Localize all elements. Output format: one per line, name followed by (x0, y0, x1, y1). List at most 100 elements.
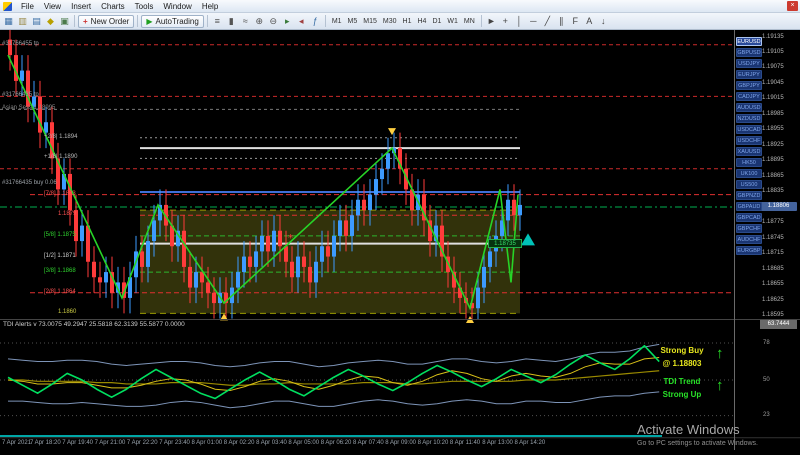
candle-body (272, 231, 276, 252)
channel-icon[interactable]: ∥ (555, 15, 568, 28)
hline-icon[interactable]: ─ (527, 15, 540, 28)
candle-body (242, 257, 246, 272)
timeframe-m1[interactable]: M1 (329, 15, 345, 27)
timeframe-h1[interactable]: H1 (400, 15, 415, 27)
menu-insert[interactable]: Insert (66, 2, 96, 11)
timeframe-m5[interactable]: M5 (345, 15, 361, 27)
candle-body (506, 200, 510, 221)
indicators-icon[interactable]: ƒ (309, 15, 322, 28)
price-axis-label: 1.18925 (762, 142, 784, 148)
crosshair-icon[interactable]: + (499, 15, 512, 28)
candle-body (302, 257, 306, 267)
timeframe-m15[interactable]: M15 (360, 15, 380, 27)
trendline-icon[interactable]: ╱ (541, 15, 554, 28)
timeframe-d1[interactable]: D1 (429, 15, 444, 27)
price-axis-label: 1.18835 (762, 188, 784, 194)
price-axis-label: 1.19105 (762, 49, 784, 55)
time-axis-label: 8 Apr 01:00 (192, 440, 223, 446)
symbol-button-uk100[interactable]: UK100 (736, 169, 762, 178)
new-order-label: New Order (91, 17, 130, 26)
candle-body (350, 215, 354, 236)
candle-body (248, 257, 252, 267)
symbol-button-gbpchf[interactable]: GBPCHF (736, 224, 762, 233)
symbol-button-usdjpy[interactable]: USDJPY (736, 59, 762, 68)
candle-body (314, 262, 318, 283)
fibonacci-icon[interactable]: F (569, 15, 582, 28)
line-chart-icon[interactable]: ≈ (239, 15, 252, 28)
price-axis-label: 1.18895 (762, 157, 784, 163)
menu-charts[interactable]: Charts (96, 2, 130, 11)
bars-chart-icon[interactable]: ≡ (211, 15, 224, 28)
candle-body (326, 246, 330, 256)
close-icon[interactable]: × (787, 1, 798, 11)
signal-strong-buy-text: Strong Buy (646, 346, 718, 355)
symbol-button-us500[interactable]: US500 (736, 180, 762, 189)
text-label-icon[interactable]: A (583, 15, 596, 28)
tdi-current-value-label: 63.7444 (760, 320, 797, 329)
symbol-button-usdchf[interactable]: USDCHF (736, 136, 762, 145)
candle-body (254, 251, 258, 266)
terminal-icon[interactable]: ▣ (58, 15, 71, 28)
symbol-button-nzdusd[interactable]: NZDUSD (736, 114, 762, 123)
profiles-icon[interactable]: ▥ (16, 15, 29, 28)
menu-help[interactable]: Help (197, 2, 223, 11)
candle-body (320, 246, 324, 261)
autotrading-button[interactable]: ▶ AutoTrading (141, 15, 203, 28)
candle-body (356, 200, 360, 215)
symbol-button-gbpcad[interactable]: GBPCAD (736, 213, 762, 222)
menu-view[interactable]: View (39, 2, 66, 11)
menu-tools[interactable]: Tools (130, 2, 159, 11)
cursor-icon[interactable]: ► (485, 15, 498, 28)
price-axis-label: 1.18685 (762, 266, 784, 272)
toolbar-separator (74, 15, 75, 27)
candlestick-chart-icon[interactable]: ▮ (225, 15, 238, 28)
price-axis-label: 1.18745 (762, 235, 784, 241)
candle-body (32, 96, 36, 106)
symbol-button-eurusd[interactable]: EURUSD (736, 37, 762, 46)
time-axis-label: 7 Apr 23:40 (159, 440, 190, 446)
symbol-button-gbpaud[interactable]: GBPAUD (736, 202, 762, 211)
vline-icon[interactable]: │ (513, 15, 526, 28)
new-chart-icon[interactable]: ▦ (2, 15, 15, 28)
symbol-button-gbpusd[interactable]: GBPUSD (736, 48, 762, 57)
candle-body (140, 251, 144, 266)
candle-body (308, 267, 312, 282)
menu-window[interactable]: Window (158, 2, 196, 11)
symbol-button-audchf[interactable]: AUDCHF (736, 235, 762, 244)
plus-icon: + (83, 17, 88, 26)
app-icon (3, 2, 12, 11)
zoom-in-icon[interactable]: ⊕ (253, 15, 266, 28)
candle-body (374, 179, 378, 194)
symbol-button-cadjpy[interactable]: CADJPY (736, 92, 762, 101)
new-order-button[interactable]: + New Order (78, 15, 134, 28)
timeframe-mn[interactable]: MN (461, 15, 478, 27)
symbol-button-hk50[interactable]: HK50 (736, 158, 762, 167)
timeframe-w1[interactable]: W1 (444, 15, 461, 27)
menu-file[interactable]: File (16, 2, 39, 11)
zoom-out-icon[interactable]: ⊖ (267, 15, 280, 28)
symbol-button-gbpjpy[interactable]: GBPJPY (736, 81, 762, 90)
timeframe-h4[interactable]: H4 (414, 15, 429, 27)
time-axis-label: 8 Apr 13:00 (482, 440, 513, 446)
price-axis-label: 1.19015 (762, 95, 784, 101)
candle-body (290, 262, 294, 277)
symbol-button-gbpnzd[interactable]: GBPNZD (736, 191, 762, 200)
arrow-object-icon[interactable]: ↓ (597, 15, 610, 28)
symbol-button-usdcad[interactable]: USDCAD (736, 125, 762, 134)
candle-body (98, 277, 102, 282)
symbol-button-audusd[interactable]: AUDUSD (736, 103, 762, 112)
buy-signal-arrow-icon (521, 233, 535, 245)
market-watch-icon[interactable]: ▤ (30, 15, 43, 28)
symbol-button-xauusd[interactable]: XAUUSD (736, 147, 762, 156)
time-axis-label: 8 Apr 09:00 (385, 440, 416, 446)
candle-body (476, 288, 480, 309)
auto-scroll-icon[interactable]: ▸ (281, 15, 294, 28)
candle-body (488, 251, 492, 266)
symbol-button-eurjpy[interactable]: EURJPY (736, 70, 762, 79)
navigator-icon[interactable]: ◆ (44, 15, 57, 28)
chart-shift-icon[interactable]: ◂ (295, 15, 308, 28)
timeframe-m30[interactable]: M30 (380, 15, 400, 27)
candle-body (146, 241, 150, 267)
symbol-button-eurgbp[interactable]: EURGBP (736, 246, 762, 255)
candle-body (278, 231, 282, 246)
